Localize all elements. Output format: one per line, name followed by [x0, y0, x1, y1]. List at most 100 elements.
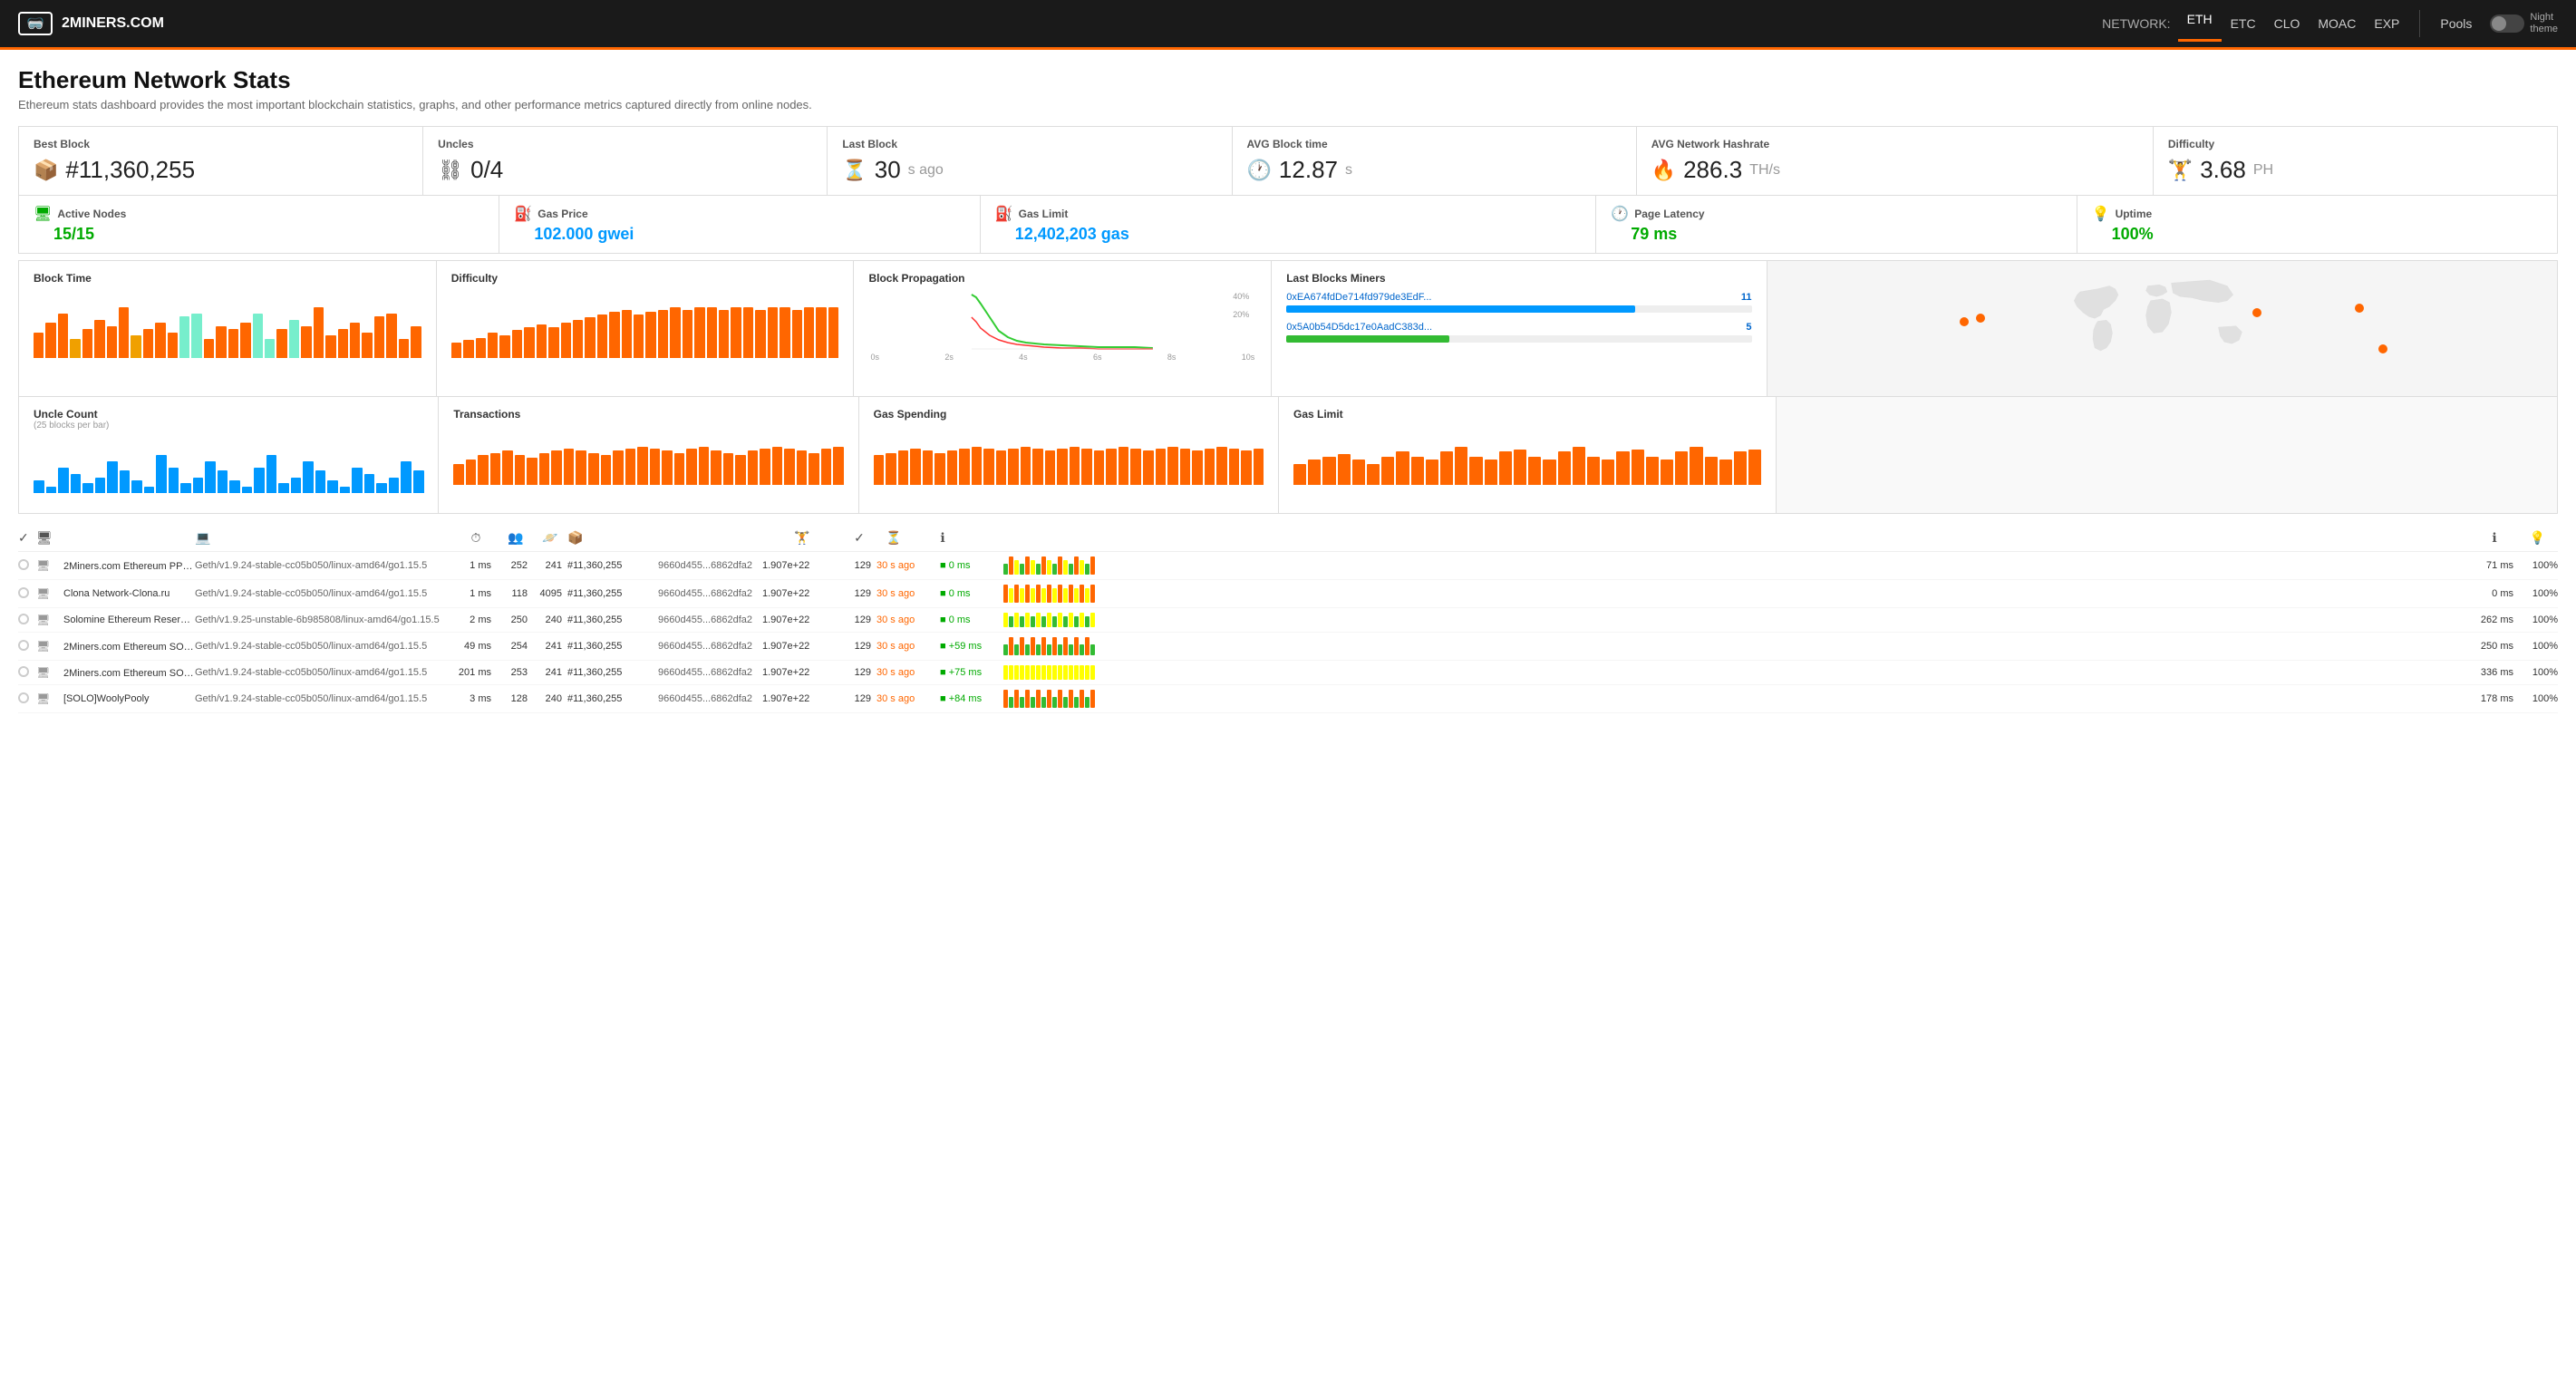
bar — [228, 329, 238, 358]
bar — [1338, 454, 1351, 485]
spark-bar — [1058, 556, 1062, 575]
spark-bar — [1080, 690, 1084, 708]
table-row[interactable]: 🖥 Solomine Ethereum Reserved Geth/v1.9.2… — [18, 608, 2558, 633]
nav-clo[interactable]: CLO — [2265, 11, 2310, 36]
bar — [674, 453, 685, 485]
nav-pools[interactable]: Pools — [2431, 11, 2481, 36]
table-row[interactable]: 🖥 2Miners.com Ethereum SOLO 🇨🇦 Geth/v1.9… — [18, 661, 2558, 685]
spark-bar — [1025, 665, 1030, 680]
bar — [1455, 447, 1467, 485]
nav-eth[interactable]: ETH — [2178, 6, 2222, 42]
spark-bar — [1003, 564, 1008, 575]
bar — [107, 326, 117, 358]
bar — [527, 458, 537, 486]
gas-price-value: 102.000 gwei — [534, 225, 964, 244]
nav-exp[interactable]: EXP — [2365, 11, 2408, 36]
bar — [1514, 450, 1526, 485]
spark-bar — [1085, 588, 1089, 603]
bar — [898, 450, 909, 485]
uptime-value: 100% — [2112, 225, 2542, 244]
bar — [1045, 450, 1056, 485]
node-latency: 1 ms — [453, 560, 499, 571]
node-propagation: ■ +59 ms — [940, 641, 1003, 652]
last-blocks-miners: Last Blocks Miners 0xEA674fdDe714fd979de… — [1271, 260, 1767, 397]
spark-bar — [1047, 613, 1051, 627]
nav-moac[interactable]: MOAC — [2309, 11, 2365, 36]
bar — [451, 343, 461, 358]
bar — [1081, 449, 1092, 485]
bar — [1008, 449, 1019, 485]
spark-bar — [1014, 665, 1019, 680]
nav-etc[interactable]: ETC — [2222, 11, 2265, 36]
bar — [1322, 457, 1335, 485]
nav-divider — [2419, 10, 2420, 37]
bar — [1381, 457, 1394, 485]
difficulty-card: Difficulty 🏋 3.68 PH — [2153, 126, 2558, 196]
header-pending-icon: 🪐 — [542, 530, 557, 545]
table-row[interactable]: 🖥 2Miners.com Ethereum PPLNS 🇩🇪 Geth/v1.… — [18, 552, 2558, 580]
bar — [524, 327, 534, 358]
avg-hashrate-label: AVG Network Hashrate — [1651, 138, 2138, 150]
spark-bar — [1025, 613, 1030, 627]
bar — [539, 453, 550, 485]
node-peers: 254 — [499, 641, 533, 652]
active-nodes-icon: 🖥 — [34, 205, 52, 223]
spark-bar — [1085, 697, 1089, 708]
last-block-card: Last Block ⏳ 30 s ago — [827, 126, 1232, 196]
node-status-circle — [18, 692, 29, 703]
node-uncles: 129 — [842, 560, 876, 571]
table-row[interactable]: 🖥 Clona Network-Clona.ru Geth/v1.9.24-st… — [18, 580, 2558, 608]
spark-bar — [1090, 613, 1095, 627]
bar — [833, 447, 844, 485]
spark-bar — [1031, 665, 1035, 680]
bar — [490, 453, 501, 485]
bar — [1632, 450, 1644, 485]
node-status-circle — [18, 614, 29, 624]
spark-bar — [1041, 665, 1046, 680]
bar — [601, 455, 612, 485]
difficulty-icon: 🏋 — [2168, 159, 2193, 182]
best-block-value: #11,360,255 — [65, 156, 195, 184]
table-row[interactable]: 🖥 [SOLO]WoolyPooly Geth/v1.9.24-stable-c… — [18, 685, 2558, 713]
bar — [959, 449, 970, 485]
node-name: 2Miners.com Ethereum SOLO 🇨🇦 — [63, 667, 195, 679]
node-lat2: 250 ms — [2472, 641, 2517, 652]
table-row[interactable]: 🖥 2Miners.com Ethereum SOLO 🇺🇸 Geth/v1.9… — [18, 633, 2558, 661]
bar — [107, 461, 118, 493]
toggle-track[interactable] — [2490, 15, 2524, 33]
monitor-icon: 🖥 — [36, 614, 50, 626]
spark-bar — [1047, 644, 1051, 655]
night-theme-toggle[interactable]: Nighttheme — [2490, 12, 2558, 35]
bar — [1543, 460, 1555, 485]
bar — [70, 339, 80, 358]
block-propagation-chart: Block Propagation 40% 20% 0s2s4s6s8s10s — [853, 260, 1272, 397]
bar — [748, 450, 759, 485]
spark-bar — [1020, 616, 1024, 627]
node-name: 2Miners.com Ethereum SOLO 🇺🇸 — [63, 641, 195, 653]
node-latency: 201 ms — [453, 667, 499, 678]
bar — [476, 338, 486, 359]
node-last-block: 30 s ago — [876, 560, 940, 571]
uncles-value: 0/4 — [470, 156, 503, 184]
last-block-value: 30 — [875, 156, 901, 184]
difficulty-label: Difficulty — [2168, 138, 2542, 150]
bar — [169, 468, 179, 493]
logo[interactable]: 🥽 2MINERS.COM — [18, 12, 164, 35]
bar — [874, 455, 885, 485]
node-history — [1003, 690, 2472, 708]
spark-bar — [1014, 585, 1019, 603]
bar — [45, 323, 55, 358]
spark-bar — [1074, 637, 1079, 655]
spark-bar — [1003, 585, 1008, 603]
spark-bar — [1052, 564, 1057, 575]
spark-bar — [1080, 585, 1084, 603]
node-status-circle — [18, 666, 29, 677]
node-latency: 2 ms — [453, 614, 499, 625]
monitor-icon: 🖥 — [36, 640, 50, 653]
avg-block-time-value: 12.87 — [1279, 156, 1338, 184]
node-propagation: ■ +75 ms — [940, 667, 1003, 678]
bar — [576, 450, 586, 485]
bar — [637, 447, 648, 485]
spark-bar — [1025, 556, 1030, 575]
page-subtitle: Ethereum stats dashboard provides the mo… — [18, 98, 2558, 111]
